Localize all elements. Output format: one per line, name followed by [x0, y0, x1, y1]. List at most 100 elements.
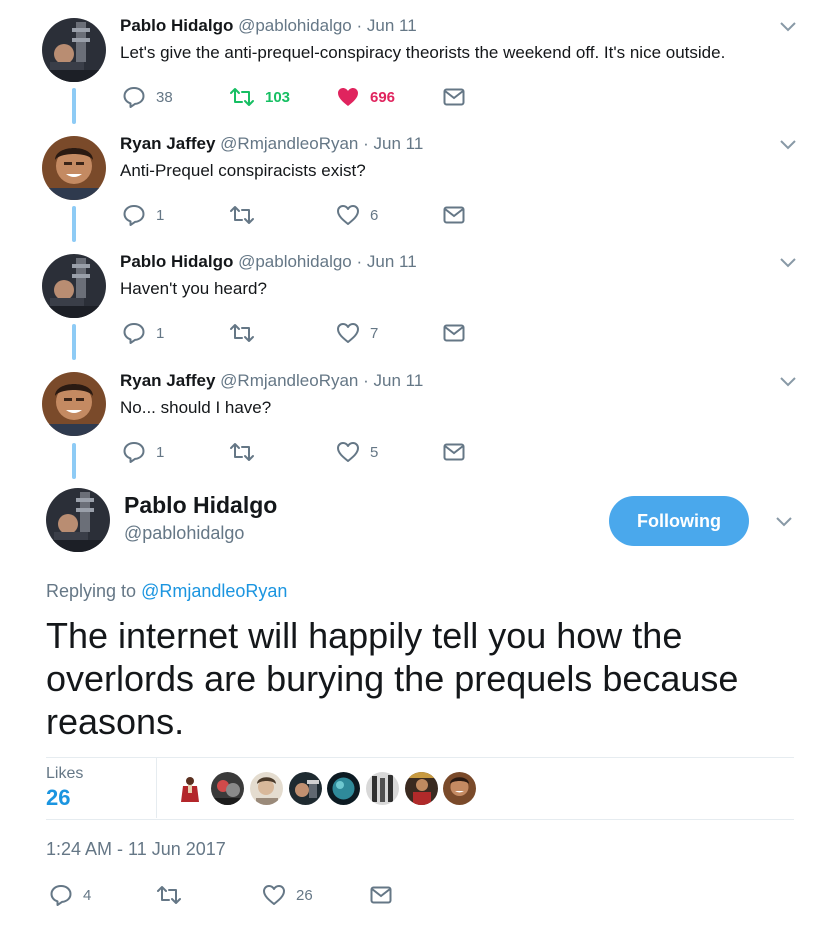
avatar[interactable] — [42, 372, 106, 436]
liker-avatar[interactable] — [250, 772, 283, 805]
dm-button[interactable] — [442, 84, 466, 110]
like-count: 696 — [370, 88, 396, 106]
retweet-icon — [230, 88, 254, 106]
mention-link[interactable]: @RmjandleoRyan — [141, 581, 287, 601]
liker-avatar[interactable] — [366, 772, 399, 805]
mail-icon — [443, 206, 465, 224]
main-tweet-text: The internet will happily tell you how t… — [46, 615, 739, 742]
tweet-text: Anti-Prequel conspiracists exist? — [120, 161, 366, 180]
thread-tweet[interactable]: Pablo Hidalgo @pablohidalgo · Jun 11 Let… — [0, 0, 824, 118]
like-button[interactable]: 696 — [336, 84, 395, 110]
main-user-handle[interactable]: @pablohidalgo — [124, 523, 244, 544]
separator: · — [356, 16, 363, 35]
reply-icon — [50, 885, 72, 906]
main-avatar[interactable] — [46, 488, 110, 552]
liker-avatar[interactable] — [405, 772, 438, 805]
reply-count: 1 — [156, 443, 165, 461]
tweet-date[interactable]: Jun 11 — [374, 371, 424, 390]
reply-icon — [123, 442, 145, 463]
thread-tweet[interactable]: Pablo Hidalgo @pablohidalgo · Jun 11 Hav… — [0, 236, 824, 354]
tweet-date[interactable]: Jun 11 — [367, 16, 417, 35]
display-name[interactable]: Ryan Jaffey — [120, 371, 215, 390]
tweet-text: No... should I have? — [120, 398, 272, 417]
main-display-name[interactable]: Pablo Hidalgo — [124, 492, 277, 519]
avatar[interactable] — [42, 254, 106, 318]
retweet-count: 103 — [265, 88, 291, 106]
reply-button[interactable]: 1 — [122, 320, 164, 346]
tweet-text: Haven't you heard? — [120, 279, 267, 298]
reply-count: 4 — [83, 886, 92, 904]
like-button[interactable]: 7 — [336, 320, 378, 346]
liker-avatar[interactable] — [327, 772, 360, 805]
retweet-button[interactable] — [229, 439, 265, 465]
mail-icon — [443, 324, 465, 342]
liker-avatar[interactable] — [289, 772, 322, 805]
reply-button[interactable]: 1 — [122, 439, 164, 465]
chevron-down-icon[interactable] — [778, 137, 798, 151]
reply-count: 1 — [156, 324, 165, 342]
retweet-button[interactable]: 103 — [229, 84, 290, 110]
thread-tweet[interactable]: Ryan Jaffey @RmjandleoRyan · Jun 11 Anti… — [0, 118, 824, 236]
tweet-text: Let's give the anti-prequel-conspiracy t… — [120, 43, 726, 62]
replying-to: Replying to @RmjandleoRyan — [46, 581, 287, 602]
tweet-timestamp[interactable]: 1:24 AM - 11 Jun 2017 — [46, 839, 226, 860]
like-count: 5 — [370, 443, 379, 461]
heart-icon — [337, 323, 359, 343]
retweet-icon — [230, 443, 254, 461]
dm-button[interactable] — [442, 202, 466, 228]
tweet-header: Ryan Jaffey @RmjandleoRyan · Jun 11 — [120, 134, 423, 154]
reply-button[interactable]: 4 — [49, 882, 91, 908]
retweet-icon — [230, 324, 254, 342]
reply-count: 1 — [156, 206, 165, 224]
avatar[interactable] — [42, 136, 106, 200]
divider — [46, 757, 794, 758]
retweet-button[interactable] — [229, 202, 265, 228]
like-button[interactable]: 6 — [336, 202, 378, 228]
retweet-icon — [230, 206, 254, 224]
chevron-down-icon[interactable] — [774, 514, 794, 528]
mail-icon — [370, 886, 392, 904]
chevron-down-icon[interactable] — [778, 255, 798, 269]
likes-label[interactable]: Likes — [46, 765, 83, 783]
liker-avatar[interactable] — [211, 772, 244, 805]
tweet-header: Pablo Hidalgo @pablohidalgo · Jun 11 — [120, 252, 417, 272]
retweet-button[interactable] — [229, 320, 265, 346]
likes-count[interactable]: 26 — [46, 785, 70, 811]
divider — [156, 758, 157, 818]
heart-icon — [337, 442, 359, 462]
display-name[interactable]: Pablo Hidalgo — [120, 252, 233, 271]
tweet-date[interactable]: Jun 11 — [367, 252, 417, 271]
like-button[interactable]: 26 — [262, 882, 313, 908]
tweet-header: Ryan Jaffey @RmjandleoRyan · Jun 11 — [120, 371, 423, 391]
heart-icon — [338, 88, 358, 106]
divider — [46, 819, 794, 820]
liker-avatar[interactable] — [443, 772, 476, 805]
liker-avatar[interactable] — [173, 772, 206, 805]
reply-count: 38 — [156, 88, 173, 106]
like-count: 26 — [296, 886, 313, 904]
user-handle[interactable]: @pablohidalgo — [238, 16, 352, 35]
display-name[interactable]: Ryan Jaffey — [120, 134, 215, 153]
user-handle[interactable]: @RmjandleoRyan — [220, 134, 358, 153]
like-button[interactable]: 5 — [336, 439, 378, 465]
retweet-button[interactable] — [156, 882, 192, 908]
reply-button[interactable]: 1 — [122, 202, 164, 228]
dm-button[interactable] — [442, 320, 466, 346]
reply-icon — [123, 87, 145, 108]
chevron-down-icon[interactable] — [778, 19, 798, 33]
reply-icon — [123, 323, 145, 344]
dm-button[interactable] — [369, 882, 393, 908]
chevron-down-icon[interactable] — [778, 374, 798, 388]
dm-button[interactable] — [442, 439, 466, 465]
tweet-date[interactable]: Jun 11 — [374, 134, 424, 153]
user-handle[interactable]: @RmjandleoRyan — [220, 371, 358, 390]
retweet-icon — [157, 886, 181, 904]
display-name[interactable]: Pablo Hidalgo — [120, 16, 233, 35]
avatar[interactable] — [42, 18, 106, 82]
user-handle[interactable]: @pablohidalgo — [238, 252, 352, 271]
reply-button[interactable]: 38 — [122, 84, 173, 110]
following-button[interactable]: Following — [609, 496, 749, 546]
tweet-header: Pablo Hidalgo @pablohidalgo · Jun 11 — [120, 16, 417, 36]
thread-tweet[interactable]: Ryan Jaffey @RmjandleoRyan · Jun 11 No..… — [0, 355, 824, 473]
reply-icon — [123, 205, 145, 226]
